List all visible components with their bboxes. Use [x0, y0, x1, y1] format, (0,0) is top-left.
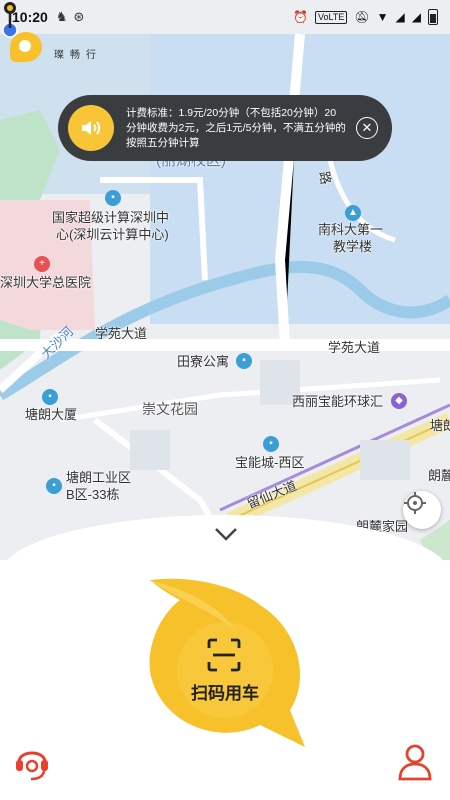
map-label-nankeda-2: 教学楼: [333, 239, 373, 254]
map-label-langlu-east: 朗麓: [428, 468, 450, 483]
signal-icon-2: ◢: [411, 10, 421, 24]
user-icon[interactable]: [397, 742, 433, 782]
headset-icon[interactable]: [14, 742, 50, 782]
status-icons: ⏰ VoLTE 🔕︎ ▼ ◢ ◢: [293, 9, 438, 25]
scan-icon: [207, 638, 241, 672]
scan-to-ride-button[interactable]: 扫码用车: [140, 575, 310, 750]
map-view[interactable]: (丽湖校区) 字 科 路 ▪ 国家超级计算深圳中 心(深圳云计算中心) ▲ 南科…: [0, 0, 450, 560]
speaker-icon: [68, 105, 114, 151]
notice-text: 计费标准：1.9元/20分钟（不包括20分钟）20分钟收费为2元，之后1元/5分…: [126, 106, 346, 149]
shopping-icon: ◆: [391, 393, 407, 409]
app-notification-icon: ♞: [55, 9, 68, 24]
school-icon: ▲: [345, 205, 361, 221]
wifi-icon: ▼: [376, 10, 389, 24]
logo-icon: [10, 32, 42, 62]
map-label-tianliao: 田寮公寓: [177, 354, 230, 369]
status-bar: 10:20 ♞ ⊛ ⏰ VoLTE 🔕︎ ▼ ◢ ◢: [0, 0, 450, 34]
hospital-icon: +: [34, 256, 50, 272]
locate-icon: [404, 492, 426, 514]
battery-icon: [428, 9, 438, 25]
building-icon: ▪: [105, 190, 121, 206]
map-label-tanglang-east: 塘朗: [430, 418, 450, 433]
brand-name: 璨畅行: [54, 49, 102, 61]
brand: 璨畅行: [10, 32, 102, 62]
building-icon: ▪: [42, 389, 58, 405]
building-icon: ▪: [236, 353, 252, 369]
map-label-xueyuan-west: 学苑大道: [95, 326, 148, 341]
map-label-baoneng-west: 宝能城-西区: [235, 455, 305, 470]
sync-icon: ⊛: [73, 9, 85, 24]
mute-icon: 🔕︎: [354, 10, 370, 24]
chevron-down-icon[interactable]: [213, 525, 239, 543]
locate-button[interactable]: [403, 491, 441, 529]
close-icon[interactable]: ✕: [356, 117, 378, 139]
scan-to-ride-label: 扫码用车: [191, 684, 259, 703]
map-label-supercomputing-2: 心(深圳云计算中心): [56, 227, 169, 242]
map-label-nankeda-1: 南科大第一: [318, 222, 384, 237]
map-label-hospital: 深圳大学总医院: [0, 275, 92, 290]
network-badge: VoLTE: [315, 10, 348, 24]
map-label-xueyuan-east: 学苑大道: [328, 340, 381, 355]
alarm-icon: ⏰: [293, 10, 309, 24]
map-label-xili-baoneng: 西丽宝能环球汇: [292, 394, 384, 409]
status-time: 10:20: [12, 9, 48, 25]
map-label-tanglang-industrial-1: 塘朗工业区: [66, 470, 132, 485]
map-label-chongwen: 崇文花园: [142, 401, 198, 417]
building-icon: ▪: [263, 436, 279, 452]
building-icon: ▪: [46, 478, 62, 494]
map-label-tanglang-industrial-2: B区-33栋: [66, 487, 120, 502]
map-label-supercomputing-1: 国家超级计算深圳中: [52, 210, 170, 225]
map-label-tanglang-tower: 塘朗大厦: [25, 407, 78, 422]
pricing-notice: 计费标准：1.9元/20分钟（不包括20分钟）20分钟收费为2元，之后1元/5分…: [58, 95, 392, 161]
map-label-road-lu: 路: [316, 170, 334, 186]
signal-icon: ◢: [395, 10, 405, 24]
